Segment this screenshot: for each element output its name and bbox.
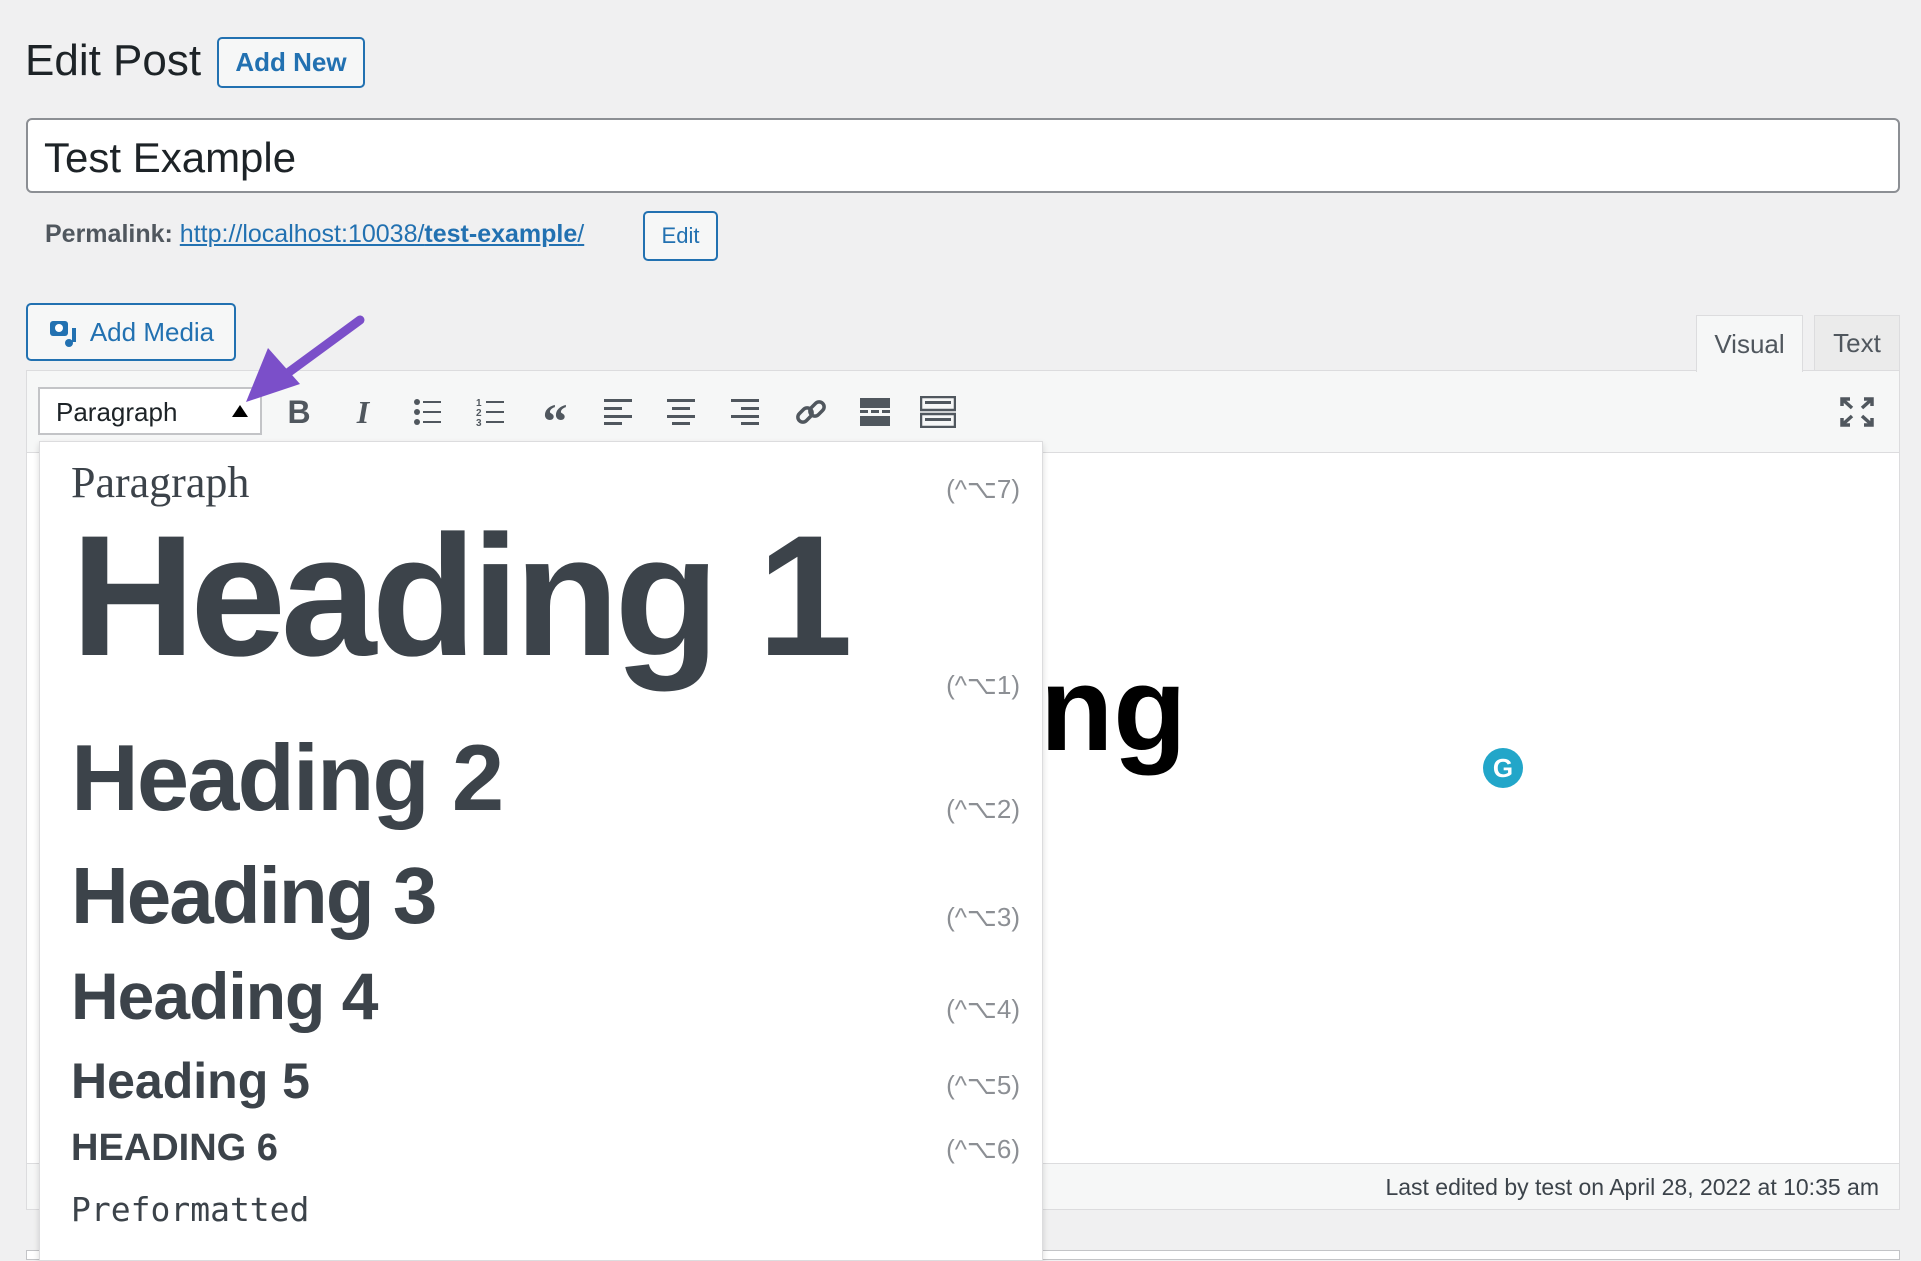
- format-option-heading-6[interactable]: HEADING 6: [71, 1127, 278, 1170]
- add-media-label: Add Media: [89, 316, 215, 347]
- permalink-slug: test-example: [424, 220, 578, 248]
- triangle-up-icon: [232, 405, 248, 417]
- numbered-list-icon[interactable]: 123: [471, 392, 511, 432]
- add-media-button[interactable]: Add Media: [26, 303, 236, 361]
- tab-text[interactable]: Text: [1814, 315, 1900, 371]
- add-new-button[interactable]: Add New: [217, 37, 365, 88]
- link-icon[interactable]: [791, 392, 831, 432]
- shortcut: (^⌥5): [946, 1070, 1020, 1100]
- shortcut: (^⌥6): [946, 1134, 1020, 1164]
- shortcut: (^⌥1): [946, 670, 1020, 700]
- bulleted-list-icon[interactable]: [408, 392, 448, 432]
- align-center-icon[interactable]: [662, 392, 702, 432]
- shortcut: (^⌥2): [946, 794, 1020, 824]
- tab-visual[interactable]: Visual: [1696, 315, 1803, 372]
- align-left-icon[interactable]: [599, 392, 639, 432]
- format-option-heading-1[interactable]: Heading 1: [71, 497, 853, 695]
- format-select[interactable]: Paragraph: [38, 387, 262, 435]
- page-title: Edit Post: [25, 36, 202, 85]
- format-option-heading-4[interactable]: Heading 4: [71, 958, 378, 1034]
- permalink-link[interactable]: http://localhost:10038/test-example/: [180, 220, 584, 248]
- format-option-heading-5[interactable]: Heading 5: [71, 1052, 310, 1110]
- post-title-input[interactable]: Test Example: [26, 118, 1900, 193]
- media-icon: [49, 321, 76, 347]
- format-option-heading-2[interactable]: Heading 2: [71, 724, 504, 832]
- shortcut: (^⌥4): [946, 994, 1020, 1024]
- format-select-value: Paragraph: [56, 397, 178, 427]
- svg-text:3: 3: [476, 418, 482, 427]
- shortcut: (^⌥3): [946, 902, 1020, 932]
- permalink: Permalink: http://localhost:10038/test-e…: [45, 220, 584, 249]
- toolbar-toggle-icon[interactable]: [918, 392, 958, 432]
- read-more-icon[interactable]: [855, 392, 895, 432]
- grammarly-icon[interactable]: G: [1483, 748, 1523, 788]
- bold-icon[interactable]: B: [279, 392, 319, 432]
- format-option-preformatted[interactable]: Preformatted: [71, 1190, 309, 1229]
- permalink-trail: /: [577, 220, 585, 248]
- format-option-heading-3[interactable]: Heading 3: [71, 850, 437, 942]
- shortcut: (^⌥7): [946, 474, 1020, 504]
- permalink-base: http://localhost:10038/: [179, 220, 425, 248]
- italic-icon[interactable]: I: [343, 392, 383, 432]
- editor-content-text: ng: [1040, 642, 1187, 776]
- blockquote-icon[interactable]: “: [535, 392, 575, 449]
- format-dropdown: Paragraph (^⌥7) Heading 1 (^⌥1) Heading …: [39, 441, 1043, 1261]
- edit-permalink-button[interactable]: Edit: [643, 211, 718, 261]
- align-right-icon[interactable]: [726, 392, 766, 432]
- permalink-label: Permalink:: [45, 220, 173, 248]
- fullscreen-icon[interactable]: [1837, 392, 1877, 432]
